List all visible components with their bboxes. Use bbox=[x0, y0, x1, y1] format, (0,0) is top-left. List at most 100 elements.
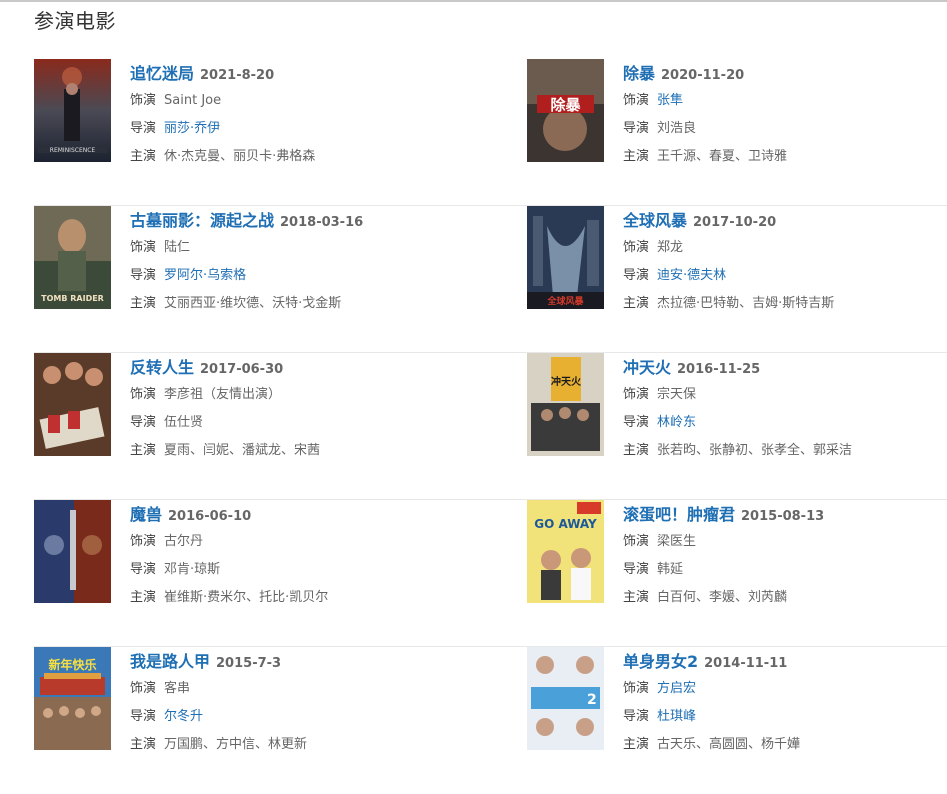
danshen-poster[interactable]: 2 bbox=[527, 647, 604, 750]
cast-value: 休·杰克曼、丽贝卡·弗格森 bbox=[164, 149, 316, 164]
film-card: 新年快乐 我是路人甲 2015-7-3 饰演 客串 导演 尔冬升 主演 万国鹏、方中信、… bbox=[34, 647, 454, 757]
director-label: 导演 bbox=[130, 562, 157, 577]
role-label: 饰演 bbox=[623, 387, 650, 402]
film-card: 除暴 除暴 2020-11-20 饰演 张隼 导演 刘浩良 主演 王千源、春夏、卫诗雅 bbox=[527, 59, 947, 169]
role-value: 梁医生 bbox=[657, 534, 697, 549]
release-date: 2014-11-11 bbox=[704, 656, 788, 671]
role-value: 古尔丹 bbox=[164, 534, 204, 549]
role-link[interactable]: 张隼 bbox=[657, 93, 683, 108]
director-link[interactable]: 林岭东 bbox=[657, 415, 696, 430]
director-label: 导演 bbox=[623, 415, 650, 430]
film-title-link[interactable]: 反转人生 bbox=[130, 358, 194, 377]
chongtianhuo-poster[interactable]: 冲天火 bbox=[527, 353, 604, 456]
film-title-link[interactable]: 魔兽 bbox=[130, 505, 162, 524]
director-link[interactable]: 杜琪峰 bbox=[657, 709, 696, 724]
release-date: 2015-7-3 bbox=[216, 656, 282, 671]
film-title-link[interactable]: 古墓丽影：源起之战 bbox=[130, 211, 274, 230]
svg-text:除暴: 除暴 bbox=[550, 96, 581, 114]
cast-label: 主演 bbox=[130, 296, 157, 311]
role-label: 饰演 bbox=[130, 534, 157, 549]
director-value: 刘浩良 bbox=[657, 121, 697, 136]
role-label: 饰演 bbox=[623, 681, 650, 696]
role-label: 饰演 bbox=[623, 93, 650, 108]
cast-label: 主演 bbox=[623, 590, 650, 605]
role-link[interactable]: 方启宏 bbox=[657, 681, 696, 696]
director-label: 导演 bbox=[623, 562, 650, 577]
role-value: 李彦祖（友情出演） bbox=[164, 387, 282, 402]
film-card: 2 单身男女2 2014-11-11 饰演 方启宏 导演 杜琪峰 主演 古天乐、高圆圆、… bbox=[527, 647, 947, 757]
release-date: 2020-11-20 bbox=[661, 68, 745, 83]
director-link[interactable]: 罗阿尔·乌索格 bbox=[164, 268, 246, 283]
cast-value: 万国鹏、方中信、林更新 bbox=[164, 737, 308, 752]
film-title-link[interactable]: 追忆迷局 bbox=[130, 64, 194, 83]
role-label: 饰演 bbox=[130, 681, 157, 696]
release-date: 2021-8-20 bbox=[200, 68, 275, 83]
cast-label: 主演 bbox=[130, 737, 157, 752]
film-card: 冲天火 冲天火 2016-11-25 饰演 宗天保 导演 林岭东 主演 张若昀、张静初、… bbox=[527, 353, 947, 463]
cast-value: 杰拉德·巴特勒、吉姆·斯特吉斯 bbox=[657, 296, 835, 311]
cast-value: 白百何、李媛、刘芮麟 bbox=[657, 590, 788, 605]
director-label: 导演 bbox=[623, 268, 650, 283]
director-label: 导演 bbox=[623, 121, 650, 136]
film-card: GO AWAY 滚蛋吧！肿瘤君 2015-08-13 饰演 梁医生 导演 韩延 主演白… bbox=[527, 500, 947, 610]
film-row: 魔兽 2016-06-10 饰演 古尔丹 导演 邓肯·琼斯 主演 崔维斯·费米尔、托比·… bbox=[34, 500, 947, 647]
cast-label: 主演 bbox=[623, 296, 650, 311]
cast-label: 主演 bbox=[623, 149, 650, 164]
film-card: 魔兽 2016-06-10 饰演 古尔丹 导演 邓肯·琼斯 主演 崔维斯·费米尔、托比·… bbox=[34, 500, 454, 610]
svg-text:新年快乐: 新年快乐 bbox=[48, 657, 96, 672]
film-card: 反转人生 2017-06-30 饰演 李彦祖（友情出演） 导演 伍仕贤 主演 夏雨、闫妮… bbox=[34, 353, 454, 463]
film-title-link[interactable]: 除暴 bbox=[623, 64, 655, 83]
role-value: 郑龙 bbox=[657, 240, 684, 255]
cast-label: 主演 bbox=[130, 149, 157, 164]
cast-value: 崔维斯·费米尔、托比·凯贝尔 bbox=[164, 590, 329, 605]
release-date: 2016-06-10 bbox=[168, 509, 252, 524]
cast-value: 艾丽西亚·维坎德、沃特·戈金斯 bbox=[164, 296, 342, 311]
role-value: 陆仁 bbox=[164, 240, 191, 255]
svg-text:GO AWAY: GO AWAY bbox=[534, 517, 597, 531]
cast-value: 古天乐、高圆圆、杨千嬅 bbox=[657, 737, 801, 752]
chubao-poster[interactable]: 除暴 bbox=[527, 59, 604, 162]
film-row: 新年快乐 我是路人甲 2015-7-3 饰演 客串 导演 尔冬升 主演 万国鹏、方中信、… bbox=[34, 647, 947, 794]
director-value: 伍仕贤 bbox=[164, 415, 204, 430]
svg-text:冲天火: 冲天火 bbox=[551, 375, 582, 388]
director-value: 韩延 bbox=[657, 562, 684, 577]
film-row: TOMB RAIDER 古墓丽影：源起之战 2018-03-16 饰演 陆仁 导演罗… bbox=[34, 206, 947, 353]
warcraft-poster[interactable] bbox=[34, 500, 111, 603]
tomb-raider-poster[interactable]: TOMB RAIDER bbox=[34, 206, 111, 309]
director-link[interactable]: 迪安·德夫林 bbox=[657, 268, 726, 283]
film-title-link[interactable]: 冲天火 bbox=[623, 358, 671, 377]
cast-value: 张若昀、张静初、张孝全、郭采洁 bbox=[657, 443, 853, 458]
reminiscence-poster[interactable]: REMINISCENCE bbox=[34, 59, 111, 162]
role-label: 饰演 bbox=[130, 240, 157, 255]
svg-text:全球风暴: 全球风暴 bbox=[546, 295, 584, 307]
film-title-link[interactable]: 滚蛋吧！肿瘤君 bbox=[623, 505, 735, 524]
film-row: 反转人生 2017-06-30 饰演 李彦祖（友情出演） 导演 伍仕贤 主演 夏雨、闫妮… bbox=[34, 353, 947, 500]
role-label: 饰演 bbox=[623, 240, 650, 255]
fanzhuan-poster[interactable] bbox=[34, 353, 111, 456]
go-away-poster[interactable]: GO AWAY bbox=[527, 500, 604, 603]
svg-text:REMINISCENCE: REMINISCENCE bbox=[50, 147, 96, 154]
film-card: TOMB RAIDER 古墓丽影：源起之战 2018-03-16 饰演 陆仁 导演罗… bbox=[34, 206, 454, 316]
release-date: 2015-08-13 bbox=[741, 509, 825, 524]
role-value: Saint Joe bbox=[164, 93, 222, 108]
film-card: REMINISCENCE 追忆迷局 2021-8-20 饰演 Saint Joe 导… bbox=[34, 59, 454, 169]
film-title-link[interactable]: 单身男女2 bbox=[623, 652, 698, 671]
release-date: 2016-11-25 bbox=[677, 362, 761, 377]
director-label: 导演 bbox=[130, 121, 157, 136]
cast-label: 主演 bbox=[130, 590, 157, 605]
role-value: 宗天保 bbox=[657, 387, 697, 402]
director-link[interactable]: 丽莎·乔伊 bbox=[164, 121, 220, 136]
cast-label: 主演 bbox=[130, 443, 157, 458]
svg-text:TOMB RAIDER: TOMB RAIDER bbox=[41, 294, 104, 303]
film-title-link[interactable]: 我是路人甲 bbox=[130, 652, 210, 671]
cast-value: 夏雨、闫妮、潘斌龙、宋茜 bbox=[164, 443, 321, 458]
director-link[interactable]: 尔冬升 bbox=[164, 709, 203, 724]
release-date: 2017-10-20 bbox=[693, 215, 777, 230]
lurenjia-poster[interactable]: 新年快乐 bbox=[34, 647, 111, 750]
release-date: 2017-06-30 bbox=[200, 362, 284, 377]
role-value: 客串 bbox=[164, 681, 191, 696]
cast-value: 王千源、春夏、卫诗雅 bbox=[657, 149, 788, 164]
geostorm-poster[interactable]: 全球风暴 bbox=[527, 206, 604, 309]
film-title-link[interactable]: 全球风暴 bbox=[623, 211, 687, 230]
film-grid: REMINISCENCE 追忆迷局 2021-8-20 饰演 Saint Joe 导… bbox=[0, 0, 947, 779]
